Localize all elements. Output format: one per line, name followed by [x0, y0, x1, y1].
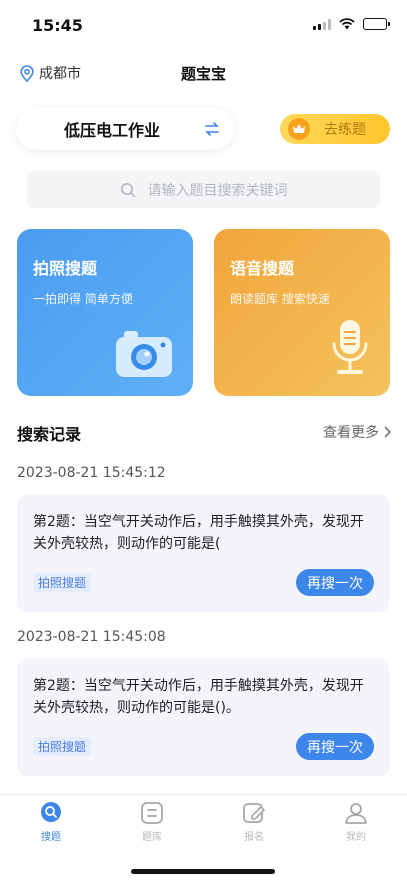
- tab-label: 题库: [142, 832, 162, 843]
- crown-icon: [288, 118, 310, 140]
- list-icon: [141, 802, 163, 824]
- header: 成都市 题宝宝: [0, 55, 407, 91]
- record-source-tag: 拍照搜题: [33, 737, 92, 756]
- view-more-label: 查看更多: [323, 425, 379, 441]
- search-icon: [41, 802, 61, 822]
- swap-icon: [205, 122, 219, 136]
- status-icons: [313, 18, 390, 30]
- tab-question-bank[interactable]: 题库: [122, 801, 182, 843]
- view-more-link[interactable]: 查看更多: [323, 422, 391, 442]
- search-again-button[interactable]: 再搜一次: [296, 569, 374, 596]
- record-time: 2023-08-21 15:45:08: [17, 629, 166, 645]
- subject-selector[interactable]: 低压电工作业: [16, 108, 234, 150]
- photo-search-card[interactable]: 拍照搜题 一拍即得 简单方便: [17, 229, 193, 396]
- chevron-right-icon: [384, 426, 391, 438]
- record-time: 2023-08-21 15:45:12: [17, 465, 166, 481]
- tab-label: 我的: [346, 832, 366, 843]
- history-record-card[interactable]: 第2题：当空气开关动作后，用手触摸其外壳，发现开关外壳较热，则动作的可能是()。…: [17, 659, 390, 776]
- tab-search[interactable]: 搜题: [21, 801, 81, 843]
- record-source-tag: 拍照搜题: [33, 573, 92, 592]
- record-question: 第2题：当空气开关动作后，用手触摸其外壳，发现开关外壳较热，则动作的可能是(: [33, 514, 364, 552]
- page-title: 题宝宝: [180, 65, 226, 83]
- tab-register[interactable]: 报名: [224, 801, 284, 843]
- practice-label: 去练题: [324, 122, 366, 138]
- status-bar: 15:45: [0, 0, 407, 50]
- battery-icon: [363, 18, 390, 30]
- search-again-button[interactable]: 再搜一次: [296, 733, 374, 760]
- user-icon: [345, 803, 367, 824]
- history-record-card[interactable]: 第2题：当空气开关动作后，用手触摸其外壳，发现开关外壳较热，则动作的可能是( 拍…: [17, 495, 390, 612]
- voice-search-subtitle: 朗读题库 搜索快速: [230, 292, 330, 306]
- search-placeholder: 请输入题目搜索关键词: [147, 182, 288, 199]
- edit-icon: [243, 803, 265, 823]
- voice-search-title: 语音搜题: [230, 259, 295, 278]
- tab-label: 报名: [244, 832, 264, 843]
- search-input[interactable]: 请输入题目搜索关键词: [27, 171, 380, 208]
- search-icon: [120, 182, 135, 197]
- home-indicator: [131, 869, 275, 874]
- voice-search-card[interactable]: 语音搜题 朗读题库 搜索快速: [214, 229, 390, 396]
- microphone-icon: [332, 320, 368, 374]
- tab-profile[interactable]: 我的: [326, 801, 386, 843]
- signal-icon: [313, 18, 331, 30]
- practice-button[interactable]: 去练题: [280, 114, 390, 144]
- photo-search-title: 拍照搜题: [33, 259, 98, 278]
- status-time: 15:45: [32, 16, 83, 35]
- tab-label: 搜题: [41, 832, 61, 843]
- history-section-title: 搜索记录: [17, 425, 82, 444]
- camera-icon: [116, 331, 172, 377]
- subject-name: 低压电工作业: [64, 121, 161, 140]
- record-question: 第2题：当空气开关动作后，用手触摸其外壳，发现开关外壳较热，则动作的可能是()。: [33, 678, 364, 716]
- photo-search-subtitle: 一拍即得 简单方便: [33, 292, 133, 306]
- wifi-icon: [339, 18, 355, 30]
